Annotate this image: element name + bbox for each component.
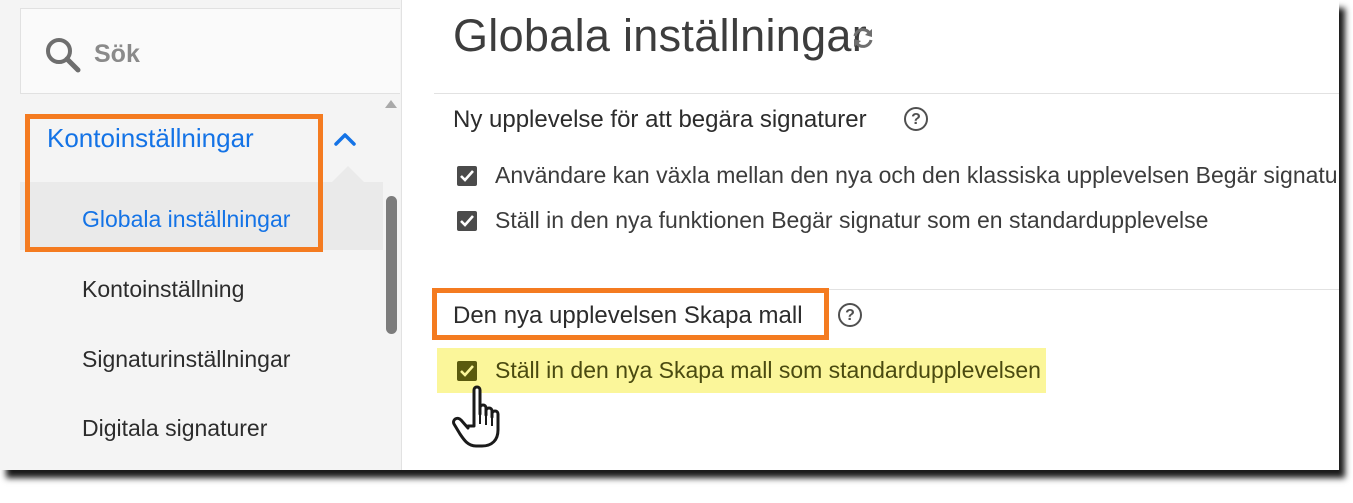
search-input[interactable]: Sök bbox=[20, 8, 400, 94]
section-heading: Ny upplevelse för att begära signaturer bbox=[453, 106, 867, 133]
search-placeholder: Sök bbox=[94, 40, 140, 68]
sidebar-item-digitala-signaturer[interactable]: Digitala signaturer bbox=[82, 415, 267, 442]
divider bbox=[434, 93, 1339, 94]
sidebar-item-kontoinstallning[interactable]: Kontoinställning bbox=[82, 276, 244, 303]
page-title: Globala inställningar bbox=[453, 10, 868, 61]
help-icon[interactable]: ? bbox=[904, 107, 928, 131]
checkbox[interactable] bbox=[457, 361, 477, 381]
checkmark-icon bbox=[460, 365, 474, 377]
refresh-icon[interactable] bbox=[850, 25, 876, 51]
checkmark-icon bbox=[460, 170, 474, 182]
checkbox-label: Användare kan växla mellan den nya och d… bbox=[495, 162, 1339, 188]
hand-cursor-icon bbox=[452, 385, 500, 448]
app-window: Sök Kontoinställningar Globala inställni… bbox=[0, 0, 1339, 470]
help-icon[interactable]: ? bbox=[838, 303, 862, 327]
active-caret bbox=[332, 166, 364, 182]
annotation-highlight-box bbox=[432, 288, 829, 340]
search-icon bbox=[46, 38, 81, 73]
annotation-highlight-box bbox=[25, 114, 323, 252]
checkbox-label: Ställ in den nya funktionen Begär signat… bbox=[495, 207, 1209, 233]
scroll-up-arrow[interactable] bbox=[385, 100, 397, 108]
checkmark-icon bbox=[460, 215, 474, 227]
checkbox-label: Ställ in den nya Skapa mall som standard… bbox=[495, 357, 1041, 383]
checkbox[interactable] bbox=[457, 211, 477, 231]
checkbox[interactable] bbox=[457, 166, 477, 186]
sidebar-item-signaturinstallningar[interactable]: Signaturinställningar bbox=[82, 346, 290, 373]
scrollbar-thumb[interactable] bbox=[386, 196, 397, 334]
chevron-up-icon[interactable] bbox=[334, 132, 356, 146]
